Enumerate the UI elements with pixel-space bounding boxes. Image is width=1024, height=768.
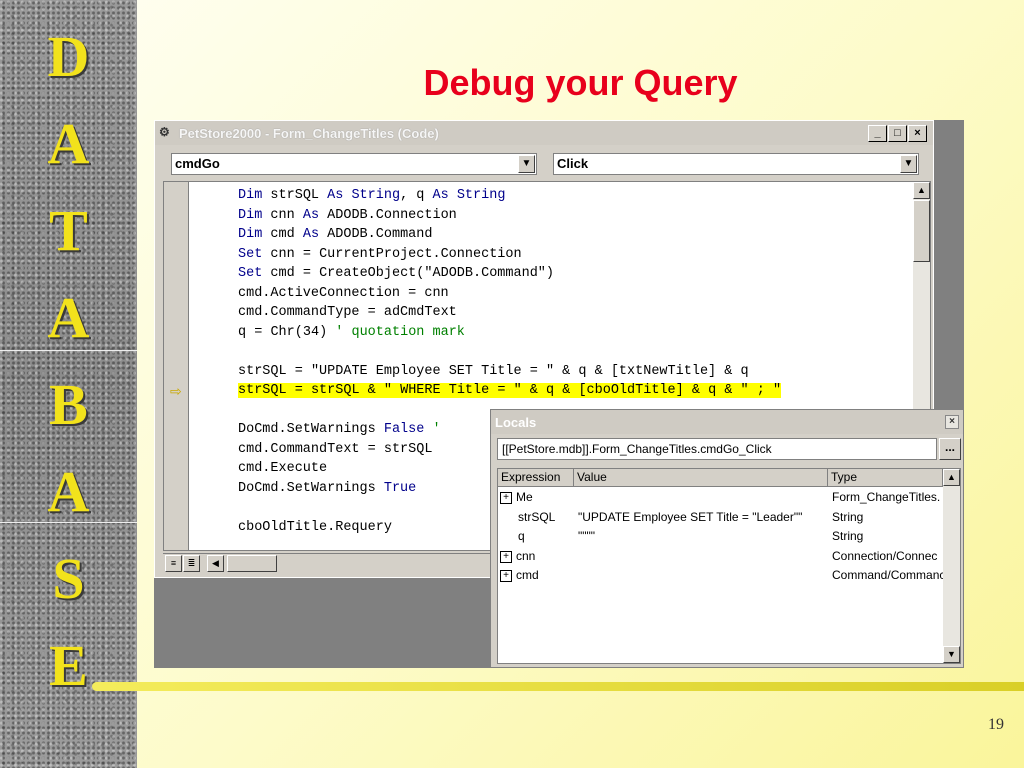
procedure-view-icon[interactable]: ≡ [165,555,182,572]
scroll-down-button[interactable]: ▼ [943,646,960,663]
minimize-button[interactable]: _ [868,124,887,142]
column-header-type[interactable]: Type [828,469,943,487]
code-line[interactable]: cmd.CommandType = adCmdText [238,303,781,323]
scroll-up-button[interactable]: ▲ [913,182,930,199]
execution-pointer-icon: ⇨ [170,383,182,399]
locals-cell-expression: cmd [516,568,539,582]
sidebar-letter: A [47,459,90,524]
column-header-value[interactable]: Value [574,469,828,487]
sidebar-letter: A [47,285,90,350]
locals-row[interactable]: + Me Form_ChangeTitles. [498,488,943,508]
locals-cell-expression: Me [516,490,533,504]
code-line[interactable]: Dim cnn As ADODB.Connection [238,206,781,226]
locals-cell-expression: strSQL [518,509,556,524]
scroll-thumb[interactable] [913,200,930,262]
call-stack-button[interactable]: ... [939,438,961,460]
close-icon[interactable]: × [945,415,959,429]
code-line[interactable]: Set cnn = CurrentProject.Connection [238,245,781,265]
code-line[interactable]: cmd.ActiveConnection = cnn [238,284,781,304]
sidebar-letter: S [52,546,85,611]
locals-cell-type: String [832,509,864,524]
locals-cell-value: """" [578,529,596,543]
locals-row[interactable]: q """" String [498,527,943,547]
locals-titlebar[interactable]: Locals × [491,410,963,434]
code-line[interactable]: q = Chr(34) ' quotation mark [238,323,781,343]
object-combo-value: cmdGo [175,156,220,171]
slide-title: Debug your Query [423,62,738,103]
margin-indicator-bar[interactable]: ⇨ [164,182,189,550]
scroll-up-button[interactable]: ▲ [943,469,960,486]
sidebar-letters: DATABASE [0,28,137,724]
locals-cell-type: String [832,529,864,543]
vba-icon: ⚙ [159,125,170,139]
maximize-button[interactable]: □ [888,124,907,142]
expand-icon[interactable]: + [500,570,512,582]
procedure-combo[interactable]: Click ▼ [553,153,919,175]
locals-row[interactable]: strSQL "UPDATE Employee SET Title = "Lead… [498,508,943,528]
horizontal-scroll-thumb[interactable] [227,555,277,572]
locals-title: Locals [495,414,537,430]
code-line[interactable]: strSQL = "UPDATE Employee SET Title = " … [238,362,781,382]
locals-cell-type: Command/Commanc [832,568,944,582]
chevron-down-icon[interactable]: ▼ [518,155,535,173]
page-number: 19 [988,716,1004,733]
locals-cell-expression: cnn [516,548,536,563]
expand-icon[interactable]: + [500,550,512,563]
full-module-view-icon[interactable]: ≣ [183,555,200,572]
procedure-combo-value: Click [557,156,589,171]
column-header-expression[interactable]: Expression [498,469,574,487]
scroll-left-button[interactable]: ◀ [207,555,224,572]
locals-cell-value: "UPDATE Employee SET Title = "Leader"" [578,509,803,524]
sidebar-letter: D [47,24,90,89]
locals-scrollbar[interactable]: ▲ ▼ [943,469,960,663]
code-window-titlebar[interactable]: ⚙ PetStore2000 - Form_ChangeTitles (Code… [155,121,933,145]
locals-context: [[PetStore.mdb]].Form_ChangeTitles.cmdGo… [497,438,937,460]
chevron-down-icon[interactable]: ▼ [900,155,917,173]
database-sidebar: DATABASE [0,0,137,768]
code-line[interactable] [238,342,781,362]
locals-window: Locals × [[PetStore.mdb]].Form_ChangeTit… [490,409,964,668]
code-window-title: PetStore2000 - Form_ChangeTitles (Code) [179,125,439,141]
footer-rule [92,682,1024,691]
close-button[interactable]: × [908,124,927,142]
locals-grid[interactable]: Expression Value Type + Me Form_ChangeTitl… [497,468,961,664]
locals-cell-type: Connection/Connec [832,548,938,563]
sidebar-letter: B [49,372,88,437]
sidebar-letter: A [47,111,90,176]
code-line[interactable]: Dim cmd As ADODB.Command [238,225,781,245]
code-line[interactable]: strSQL = strSQL & " WHERE Title = " & q … [238,381,782,401]
object-combo[interactable]: cmdGo ▼ [171,153,537,175]
code-line[interactable]: Dim strSQL As String, q As String [238,186,781,206]
locals-row[interactable]: + cnn Connection/Connec [498,547,943,567]
locals-row[interactable]: + cmd Command/Commanc [498,566,944,586]
locals-cell-type: Form_ChangeTitles. [832,490,941,504]
sidebar-letter: T [49,198,88,263]
code-line[interactable]: Set cmd = CreateObject("ADODB.Command") [238,264,781,284]
expand-icon[interactable]: + [500,492,512,504]
locals-cell-expression: q [518,529,525,543]
sidebar-letter: E [49,633,88,698]
